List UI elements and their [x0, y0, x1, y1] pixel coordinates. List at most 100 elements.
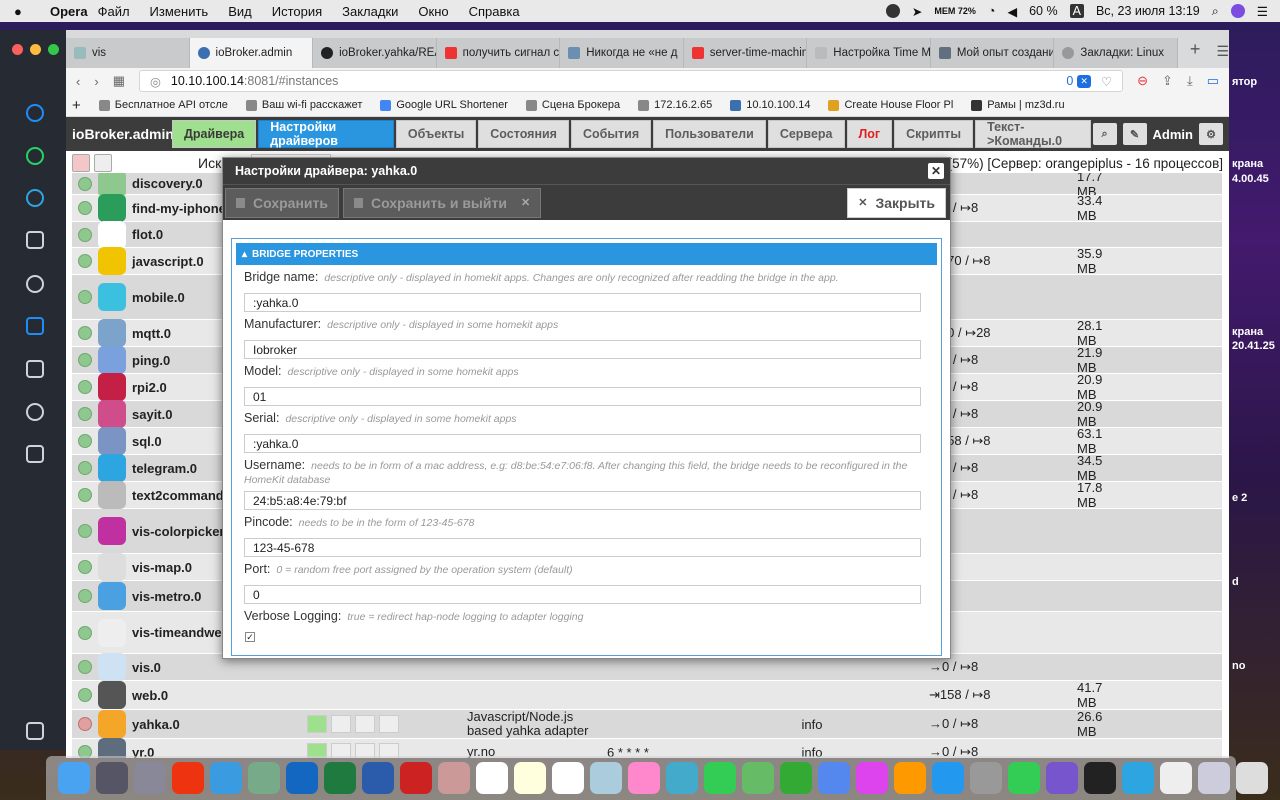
contacts-icon[interactable]: [438, 762, 470, 794]
tab-vis[interactable]: vis: [66, 38, 190, 68]
notes-icon[interactable]: [514, 762, 546, 794]
telegram-icon[interactable]: [26, 189, 44, 207]
facetime-icon[interactable]: [704, 762, 736, 794]
bookmark-item[interactable]: Бесплатное API отсле: [98, 99, 228, 111]
tab-text-commands[interactable]: Текст->Команды.0: [975, 120, 1091, 148]
desktop-label[interactable]: крана: [1232, 158, 1263, 170]
minimize-window-icon[interactable]: [30, 44, 41, 55]
bookmark-item[interactable]: 10.10.100.14: [730, 99, 810, 111]
trash-icon[interactable]: [1236, 762, 1268, 794]
add-bookmark-icon[interactable]: +: [72, 97, 81, 114]
safari-icon[interactable]: [210, 762, 242, 794]
restart-icon[interactable]: [355, 715, 375, 733]
app-menu[interactable]: Opera: [50, 4, 88, 19]
appstore-icon[interactable]: [932, 762, 964, 794]
settings-icon[interactable]: [331, 715, 351, 733]
memory-status[interactable]: MEM 72%: [934, 6, 976, 16]
itunes-icon[interactable]: [856, 762, 888, 794]
tab-my-experience[interactable]: Мой опыт создани: [930, 38, 1055, 68]
location-icon[interactable]: ➤: [912, 4, 922, 19]
excel-icon[interactable]: [324, 762, 356, 794]
battery-status[interactable]: 60 %: [1029, 4, 1058, 18]
siri-icon[interactable]: [96, 762, 128, 794]
share-icon[interactable]: ⇪: [1162, 73, 1173, 89]
close-button[interactable]: ✕ Закрыть: [847, 187, 946, 218]
desktop-label[interactable]: ятор: [1232, 76, 1257, 88]
user-name[interactable]: Admin: [1153, 127, 1193, 142]
menu-help[interactable]: Справка: [469, 4, 520, 19]
input-language[interactable]: A: [1069, 4, 1084, 18]
menu-window[interactable]: Окно: [418, 4, 448, 19]
forward-icon[interactable]: ›: [94, 74, 98, 89]
menu-view[interactable]: Вид: [228, 4, 252, 19]
keynote-icon[interactable]: [818, 762, 850, 794]
adblock-count[interactable]: 0: [1066, 74, 1073, 88]
save-button[interactable]: Сохранить: [225, 187, 339, 218]
tab-iobroker-admin[interactable]: ioBroker.admin: [189, 38, 314, 68]
spotlight-icon[interactable]: ⌕: [1212, 4, 1219, 19]
bookmark-item[interactable]: 172.16.2.65: [638, 99, 712, 111]
bookmark-heart-icon[interactable]: ♡: [1101, 74, 1112, 89]
wrench-icon[interactable]: ✎: [1122, 123, 1147, 145]
folder-icon[interactable]: [1198, 762, 1230, 794]
tab-events[interactable]: События: [570, 120, 652, 148]
apple-menu-icon[interactable]: ●: [14, 4, 34, 19]
menu-bookmarks[interactable]: Закладки: [342, 4, 398, 19]
bookmark-item[interactable]: Рамы | mz3d.ru: [971, 99, 1065, 111]
document-icon[interactable]: [1160, 762, 1192, 794]
photos-icon[interactable]: [628, 762, 660, 794]
tab-drivers[interactable]: Драйвера: [172, 120, 257, 148]
tab-server-time-machine[interactable]: server-time-machin: [683, 38, 808, 68]
delete-icon[interactable]: [72, 154, 90, 172]
bookmark-item[interactable]: Ваш wi-fi расскажет: [245, 99, 362, 111]
text-input[interactable]: 01: [244, 387, 921, 406]
clock[interactable]: Вс, 23 июля 13:19: [1096, 4, 1200, 18]
whatsapp-icon[interactable]: [26, 147, 44, 165]
gear-icon[interactable]: ⚙: [1199, 123, 1223, 145]
speed-dial-icon[interactable]: ▦: [113, 73, 125, 89]
numbers-icon[interactable]: [780, 762, 812, 794]
back-icon[interactable]: ‹: [76, 74, 80, 89]
verbose-logging-checkbox[interactable]: ✓: [245, 632, 255, 642]
wifi-icon[interactable]: ◔: [988, 4, 996, 18]
preview-icon[interactable]: [248, 762, 280, 794]
opera-icon[interactable]: [172, 762, 204, 794]
history-icon[interactable]: [26, 403, 44, 421]
loglevel-cell[interactable]: info: [707, 717, 917, 732]
opera-vpn-icon[interactable]: ⊖: [1137, 73, 1148, 89]
text-input[interactable]: Iobroker: [244, 340, 921, 359]
whatsapp-icon[interactable]: [1008, 762, 1040, 794]
telegram-icon[interactable]: [1122, 762, 1154, 794]
bookmark-item[interactable]: Create House Floor Pl: [828, 99, 953, 111]
siri-icon[interactable]: [1230, 4, 1245, 18]
bookmark-item[interactable]: Google URL Shortener: [380, 99, 508, 111]
messenger-icon[interactable]: [26, 104, 44, 122]
notification-center-icon[interactable]: ☰: [1257, 4, 1268, 19]
desktop-label[interactable]: крана: [1232, 326, 1263, 338]
menu-history[interactable]: История: [272, 4, 322, 19]
tab-bookmarks-linux[interactable]: Закладки: Linux: [1054, 38, 1178, 68]
search-icon[interactable]: ⌕: [1092, 123, 1117, 145]
desktop-label[interactable]: d: [1232, 576, 1239, 588]
calendar-icon[interactable]: [476, 762, 508, 794]
url-field[interactable]: ◎ 10.10.100.14:8081/#instances 0 ✕ ♡: [138, 70, 1124, 92]
volume-icon[interactable]: ◀: [1007, 4, 1017, 19]
download-icon[interactable]: ⤓: [1187, 73, 1193, 89]
close-icon[interactable]: ✕: [928, 163, 944, 179]
tab-habr[interactable]: Никогда не «не д: [560, 38, 684, 68]
save-and-exit-button[interactable]: Сохранить и выйти ✕: [342, 187, 542, 218]
messages-icon[interactable]: [666, 762, 698, 794]
pause-icon[interactable]: [307, 715, 327, 733]
finder-icon[interactable]: [58, 762, 90, 794]
preferences-icon[interactable]: [970, 762, 1002, 794]
extensions-icon[interactable]: [26, 445, 44, 463]
tab-states[interactable]: Состояния: [478, 120, 569, 148]
tabs-icon[interactable]: [26, 360, 44, 378]
adblock-icon[interactable]: ✕: [1077, 74, 1091, 88]
word-icon[interactable]: [362, 762, 394, 794]
close-window-icon[interactable]: [12, 44, 23, 55]
tab-servers[interactable]: Сервера: [767, 120, 845, 148]
desktop-label[interactable]: 4.00.45: [1232, 173, 1269, 185]
tab-time-machine-setup[interactable]: Настройка Time M: [807, 38, 931, 68]
tab-objects[interactable]: Объекты: [395, 120, 477, 148]
